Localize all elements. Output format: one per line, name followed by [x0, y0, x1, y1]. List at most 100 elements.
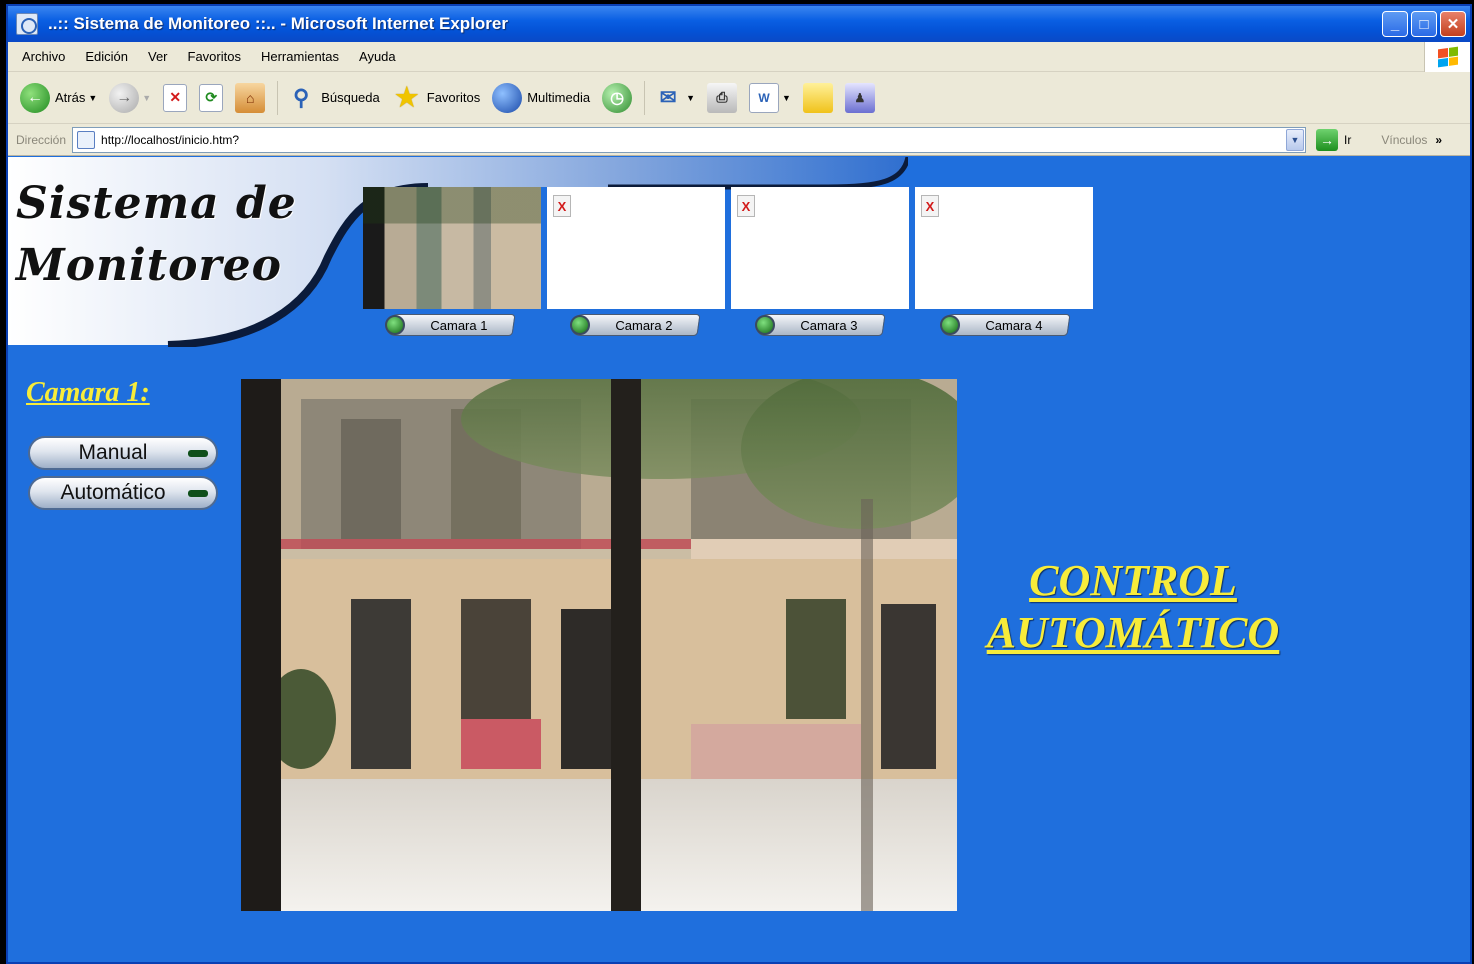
edit-button[interactable]: W ▼	[749, 82, 791, 113]
refresh-icon: ⟳	[199, 83, 224, 112]
mail-dropdown-icon[interactable]: ▼	[686, 93, 695, 103]
star-icon: ★	[395, 82, 419, 112]
search-label: Búsqueda	[321, 90, 380, 105]
windows-logo-icon	[1424, 42, 1470, 72]
manual-mode-label: Manual	[78, 441, 148, 464]
back-button[interactable]: ← Atrás ▼	[20, 82, 97, 113]
home-button[interactable]: ⌂	[235, 82, 266, 113]
address-dropdown-icon[interactable]: ▼	[1286, 128, 1305, 151]
links-button[interactable]: Vínculos	[1381, 133, 1427, 147]
automatic-mode-label: Automático	[60, 481, 166, 504]
window-controls: _ □ ✕	[1382, 11, 1466, 37]
address-label: Dirección	[16, 132, 67, 147]
camera-2-thumbnail[interactable]: X	[547, 187, 725, 309]
search-button[interactable]: ⚲ Búsqueda	[286, 83, 380, 113]
manual-mode-button[interactable]: Manual	[28, 436, 218, 470]
discuss-button[interactable]	[802, 82, 833, 113]
back-label: Atrás	[55, 90, 86, 105]
search-icon: ⚲	[293, 84, 310, 110]
folder-icon	[802, 82, 833, 113]
back-arrow-icon: ←	[20, 82, 50, 113]
address-bar: Dirección http://localhost/inicio.htm? ▼…	[8, 124, 1470, 156]
camera-heading: Camara 1:	[26, 377, 150, 408]
multimedia-icon	[492, 82, 523, 113]
camera-2-label: Camara 2	[615, 317, 673, 333]
control-mode-title: CONTROL AUTOMÁTICO	[968, 555, 1298, 659]
go-button[interactable]: → Ir	[1316, 128, 1351, 151]
menu-herramientas[interactable]: Herramientas	[251, 49, 349, 64]
camera-3-thumbnail[interactable]: X	[731, 187, 909, 309]
menu-bar: Archivo Edición Ver Favoritos Herramient…	[8, 42, 1470, 72]
minimize-button[interactable]: _	[1382, 11, 1408, 37]
chevron-right-icon[interactable]: »	[1435, 133, 1442, 147]
stop-icon: ✕	[163, 83, 188, 112]
control-title-line-2: AUTOMÁTICO	[986, 608, 1280, 657]
menu-archivo[interactable]: Archivo	[8, 49, 75, 64]
toolbar: ← Atrás ▼ → ▼ ✕ ⟳ ⌂ ⚲ Búsqueda ★ Favorit…	[8, 72, 1470, 124]
camera-1-thumbnail[interactable]	[363, 187, 541, 309]
go-arrow-icon: →	[1316, 128, 1339, 151]
indicator-icon	[188, 449, 208, 457]
camera-2-button[interactable]: Camara 2	[569, 314, 701, 336]
camera-video-feed	[241, 379, 957, 911]
browser-window: ..:: Sistema de Monitoreo ::.. - Microso…	[6, 4, 1472, 964]
multimedia-label: Multimedia	[527, 90, 591, 105]
logo-line-1: Sistema de	[16, 178, 297, 229]
forward-dropdown-icon[interactable]: ▼	[142, 93, 151, 103]
toolbar-separator	[277, 80, 279, 115]
menu-favoritos[interactable]: Favoritos	[178, 49, 251, 64]
title-bar: ..:: Sistema de Monitoreo ::.. - Microso…	[8, 6, 1470, 42]
page-content: Sistema de Monitoreo X X X Camara 1 Cama…	[8, 157, 1470, 962]
forward-button[interactable]: → ▼	[109, 82, 151, 113]
broken-image-icon: X	[553, 195, 571, 217]
favorites-button[interactable]: ★ Favoritos	[392, 82, 481, 113]
camera-1-button[interactable]: Camara 1	[384, 314, 516, 336]
status-light-icon	[940, 315, 960, 335]
broken-image-icon: X	[921, 195, 939, 217]
status-light-icon	[755, 315, 775, 335]
status-light-icon	[570, 315, 590, 335]
edit-dropdown-icon[interactable]: ▼	[782, 93, 791, 103]
back-dropdown-icon[interactable]: ▼	[88, 93, 97, 103]
automatic-mode-button[interactable]: Automático	[28, 476, 218, 510]
toolbar-separator	[644, 80, 646, 115]
camera-thumbnails: X X X	[363, 187, 1093, 309]
page-icon	[77, 130, 96, 149]
camera-4-label: Camara 4	[985, 317, 1043, 333]
edit-icon: W	[749, 82, 779, 113]
close-button[interactable]: ✕	[1440, 11, 1466, 37]
refresh-button[interactable]: ⟳	[199, 83, 224, 112]
camera-4-button[interactable]: Camara 4	[939, 314, 1071, 336]
print-button[interactable]: ⎙	[707, 82, 737, 113]
control-title-line-1: CONTROL	[1029, 556, 1237, 605]
address-url[interactable]: http://localhost/inicio.htm?	[101, 133, 1286, 147]
stop-button[interactable]: ✕	[163, 83, 188, 112]
status-light-icon	[385, 315, 405, 335]
camera-3-button[interactable]: Camara 3	[754, 314, 886, 336]
messenger-icon: ♟	[844, 82, 875, 113]
internet-explorer-icon	[16, 13, 38, 35]
address-input[interactable]: http://localhost/inicio.htm? ▼	[72, 126, 1307, 153]
camera-4-thumbnail[interactable]: X	[915, 187, 1093, 309]
history-button[interactable]: ◷	[602, 82, 633, 113]
forward-arrow-icon: →	[109, 82, 140, 113]
multimedia-button[interactable]: Multimedia	[492, 82, 591, 113]
messenger-button[interactable]: ♟	[844, 82, 875, 113]
camera-buttons: Camara 1 Camara 2 Camara 3 Camara 4	[384, 314, 1071, 336]
favorites-label: Favoritos	[426, 90, 481, 105]
logo-line-2: Monitoreo	[16, 240, 282, 291]
site-logo: Sistema de Monitoreo	[16, 173, 297, 297]
printer-icon: ⎙	[707, 82, 737, 113]
menu-ayuda[interactable]: Ayuda	[349, 49, 406, 64]
menu-ver[interactable]: Ver	[138, 49, 178, 64]
mail-icon: ✉	[659, 87, 677, 109]
indicator-icon	[188, 489, 208, 497]
maximize-button[interactable]: □	[1411, 11, 1437, 37]
home-icon: ⌂	[235, 82, 266, 113]
mail-button[interactable]: ✉ ▼	[653, 83, 695, 113]
history-icon: ◷	[602, 82, 633, 113]
camera-3-label: Camara 3	[800, 317, 858, 333]
menu-edicion[interactable]: Edición	[75, 49, 138, 64]
camera-feed-image	[241, 379, 957, 911]
broken-image-icon: X	[737, 195, 755, 217]
